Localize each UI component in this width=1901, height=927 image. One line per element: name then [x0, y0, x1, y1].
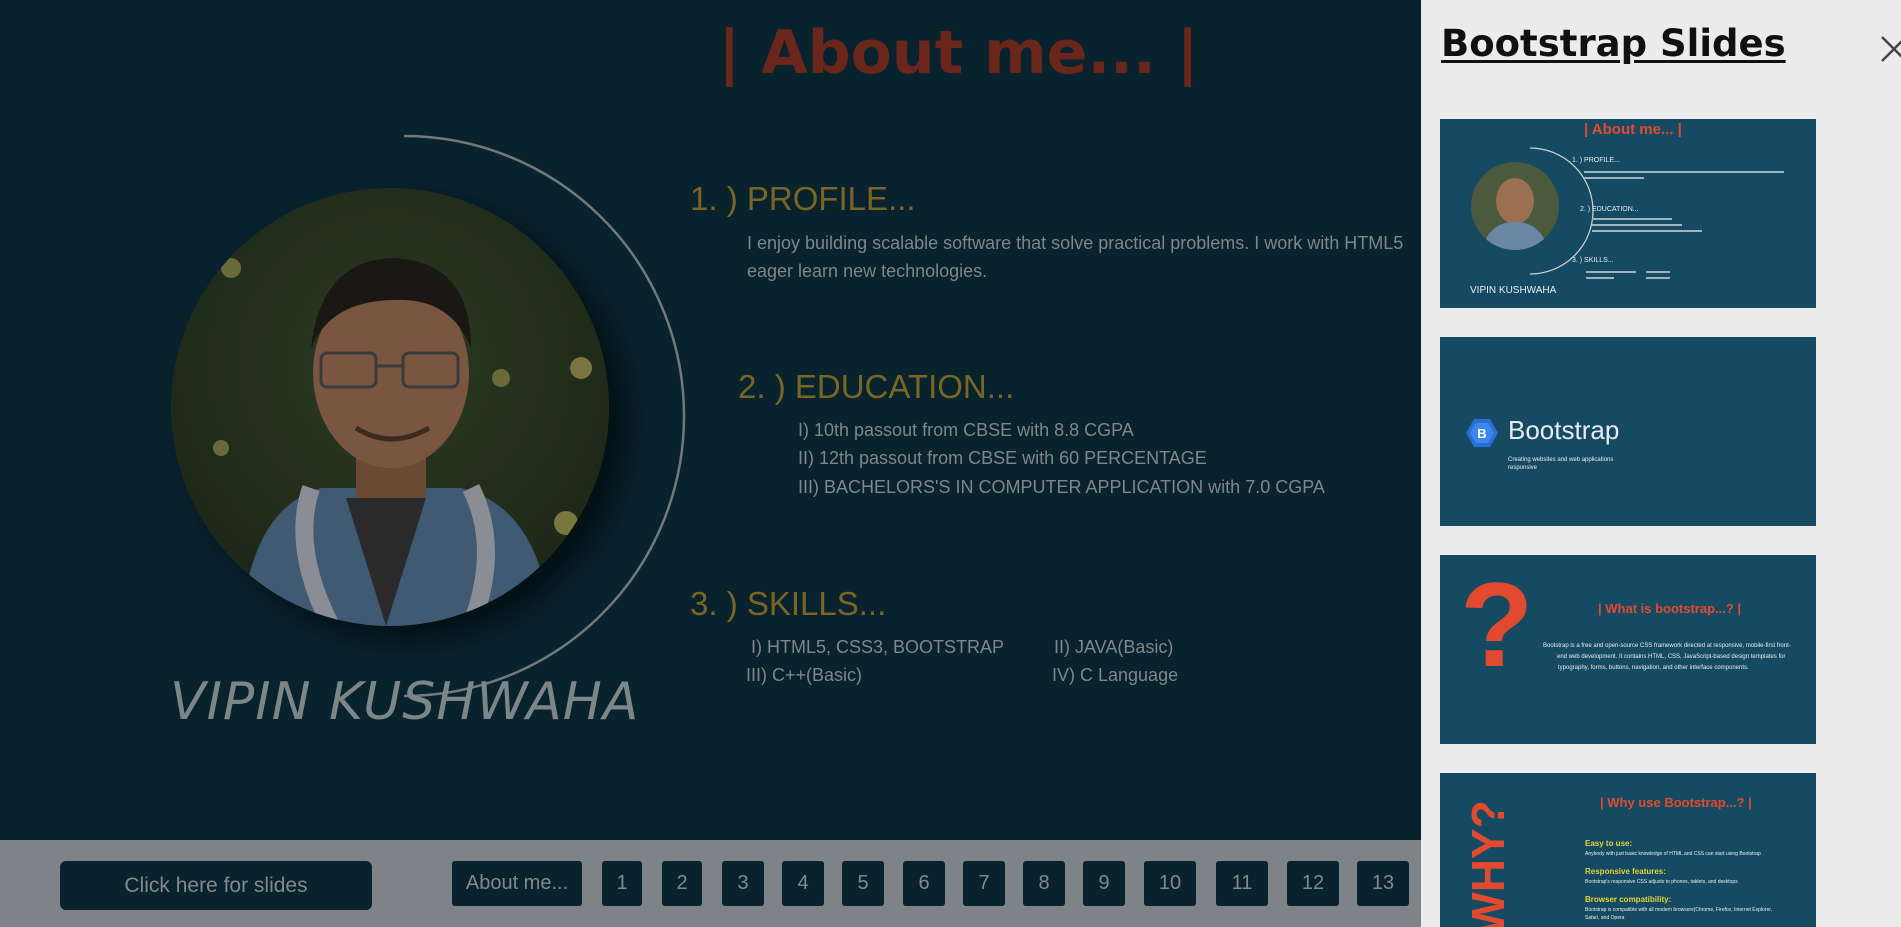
nav-page-1[interactable]: 1: [602, 861, 642, 906]
thumb2-tagline-1: Creating websites and web applications: [1508, 457, 1614, 463]
skill-item-2: II) JAVA(Basic): [1054, 637, 1174, 657]
slide-thumbnail-1[interactable]: | About me... | VIPIN KUSHWAHA 1. ) PROF…: [1440, 119, 1816, 308]
thumb4-p3b: Safari, and Opera: [1585, 915, 1625, 921]
thumb2-tagline-2: responsive: [1508, 465, 1538, 471]
nav-page-3[interactable]: 3: [722, 861, 764, 906]
nav-page-10[interactable]: 10: [1144, 861, 1196, 906]
open-slides-button[interactable]: Click here for slides: [60, 861, 372, 910]
nav-page-11[interactable]: 11: [1216, 861, 1268, 906]
thumb1-name: VIPIN KUSHWAHA: [1470, 285, 1557, 296]
main-slide: | About me... | VIPIN KUSHWAHA 1.) PROF…: [0, 0, 1421, 840]
thumb3-body-2: end web development. It contains HTML, C…: [1557, 654, 1786, 660]
thumb4-p2: Bootstrap's responsive CSS adjusts to ph…: [1585, 879, 1738, 885]
slide-thumbnail-2[interactable]: B Bootstrap Creating websites and web ap…: [1440, 337, 1816, 526]
nav-page-8[interactable]: 8: [1023, 861, 1065, 906]
slide-navbar: Click here for slides About me... 1 2 3 …: [0, 840, 1421, 927]
education-item-1: I) 10th passout from CBSE with 8.8 CGPA: [798, 420, 1134, 440]
person-name: VIPIN KUSHWAHA: [170, 672, 640, 732]
skills-heading: 3. ) SKILLS...: [690, 585, 887, 622]
education-item-2: II) 12th passout from CBSE with 60 PERCE…: [798, 448, 1207, 468]
nav-page-9[interactable]: 9: [1083, 861, 1125, 906]
thumb4-side-word: WHY?: [1462, 800, 1514, 927]
nav-page-4[interactable]: 4: [782, 861, 824, 906]
thumb1-profile: 1. ) PROFILE...: [1572, 157, 1620, 164]
thumb1-education: 2. ) EDUCATION...: [1580, 206, 1639, 213]
thumb4-h2: Responsive features:: [1585, 867, 1666, 876]
slide-thumbnail-4[interactable]: WHY? | Why use Bootstrap...? | Easy to u…: [1440, 773, 1816, 927]
slide-thumbnail-3[interactable]: ? | What is bootstrap...? | Bootstrap is…: [1440, 555, 1816, 744]
thumb1-skills: 3. ) SKILLS...: [1572, 257, 1614, 264]
nav-page-13[interactable]: 13: [1357, 861, 1409, 906]
bootstrap-logo-icon: B: [1466, 419, 1498, 447]
thumb4-h1: Easy to use:: [1585, 839, 1633, 848]
thumb1-title: | About me... |: [1584, 121, 1682, 138]
education-heading: 2. ) EDUCATION...: [738, 368, 1015, 405]
nav-about-button[interactable]: About me...: [452, 861, 582, 906]
thumb3-body-3: typography, forms, buttons, navigation, …: [1558, 665, 1749, 671]
thumb4-title: | Why use Bootstrap...? |: [1600, 795, 1752, 810]
skill-item-1: I) HTML5, CSS3, BOOTSTRAP: [751, 637, 1005, 657]
slide-title: | About me... |: [0, 18, 1421, 88]
svg-text:B: B: [1477, 426, 1486, 441]
thumb3-question-glyph: ?: [1460, 558, 1534, 692]
nav-page-5[interactable]: 5: [842, 861, 884, 906]
nav-page-2[interactable]: 2: [662, 861, 702, 906]
nav-page-12[interactable]: 12: [1287, 861, 1339, 906]
thumb2-brand: Bootstrap: [1508, 415, 1620, 445]
slide-title-text: | About me... |: [718, 18, 1199, 88]
panel-title: Bootstrap Slides: [1441, 22, 1786, 65]
profile-photo: [171, 188, 609, 626]
thumb3-body-1: Bootstrap is a free and open-source CSS …: [1543, 643, 1791, 649]
education-item-3: III) BACHELORS'S IN COMPUTER APPLICATION…: [798, 477, 1325, 497]
thumb4-p3: Bootstrap is compatible with all modern …: [1585, 907, 1773, 913]
thumb3-title: | What is bootstrap...? |: [1598, 601, 1742, 616]
skill-item-3: III) C++(Basic): [746, 665, 863, 685]
profile-line-1: I enjoy building scalable software that …: [747, 233, 1404, 253]
thumb4-h3: Browser compatibility:: [1585, 895, 1672, 904]
profile-line-2: eager learn new technologies.: [747, 261, 988, 281]
nav-page-7[interactable]: 7: [963, 861, 1005, 906]
thumb1-photo: [1471, 162, 1559, 250]
thumb4-p1: Anybody with just basic knowledge of HTM…: [1585, 851, 1761, 857]
skill-item-4: IV) C Language: [1052, 665, 1179, 685]
slides-panel: Bootstrap Slides | About me... | VIPIN K…: [1421, 0, 1901, 927]
profile-heading: 1. ) PROFILE...: [690, 180, 916, 217]
close-icon[interactable]: [1877, 32, 1901, 66]
nav-page-6[interactable]: 6: [903, 861, 945, 906]
